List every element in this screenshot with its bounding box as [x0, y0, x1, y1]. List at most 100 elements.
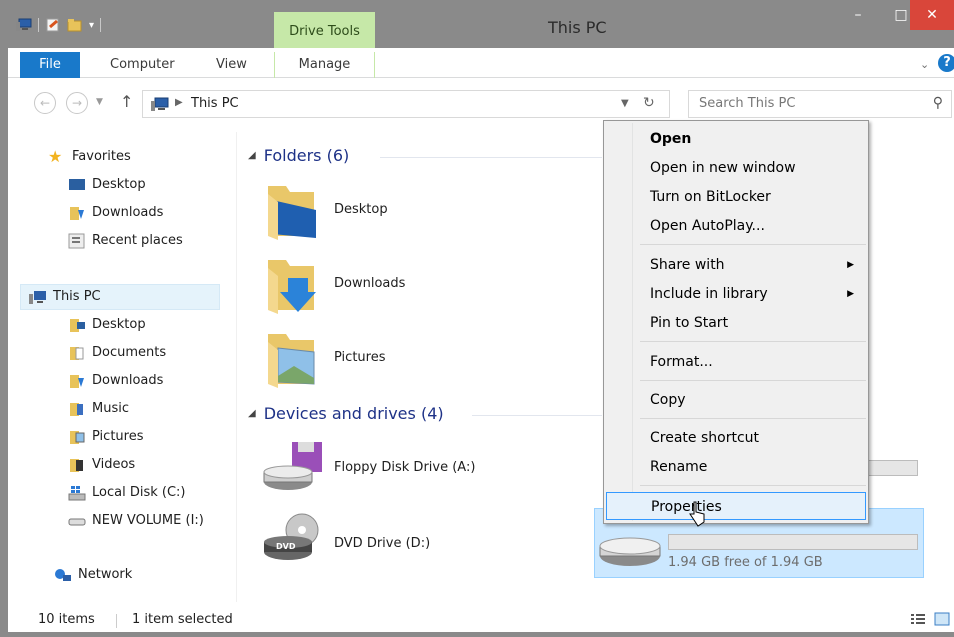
- menu-item-bitlocker[interactable]: Turn on BitLocker: [606, 183, 866, 211]
- this-pc-icon[interactable]: [16, 18, 32, 32]
- sidebar-item-recent-places[interactable]: Recent places: [68, 228, 183, 254]
- menu-item-open[interactable]: Open: [606, 125, 866, 153]
- sidebar-item-downloads[interactable]: Downloads: [68, 200, 163, 226]
- drive-tools-context-tab: Drive Tools: [274, 12, 375, 48]
- tab-computer[interactable]: Computer: [110, 52, 175, 78]
- tab-file[interactable]: File: [20, 52, 80, 78]
- sidebar-item-new-volume[interactable]: NEW VOLUME (I:): [68, 508, 204, 534]
- context-menu: Open Open in new window Turn on BitLocke…: [603, 120, 869, 524]
- new-folder-icon[interactable]: [67, 18, 83, 32]
- pictures-folder-icon[interactable]: [264, 328, 318, 388]
- sidebar-item-local-disk-c[interactable]: Local Disk (C:): [68, 480, 185, 506]
- star-icon: ★: [48, 147, 63, 166]
- devices-group-header[interactable]: ◢ Devices and drives (4): [248, 404, 444, 423]
- drive-label[interactable]: Floppy Disk Drive (A:): [334, 460, 475, 475]
- tab-view[interactable]: View: [216, 52, 247, 78]
- folder-label[interactable]: Downloads: [334, 276, 405, 291]
- refresh-icon[interactable]: ↻: [643, 95, 655, 111]
- properties-icon[interactable]: [45, 18, 61, 32]
- menu-item-autoplay[interactable]: Open AutoPlay...: [606, 212, 866, 240]
- breadcrumb[interactable]: This PC: [191, 96, 239, 111]
- menu-item-pin-to-start[interactable]: Pin to Start: [606, 309, 866, 337]
- collapse-triangle-icon[interactable]: ◢: [248, 408, 256, 419]
- sidebar-item-videos[interactable]: Videos: [68, 452, 135, 478]
- breadcrumb-arrow-icon[interactable]: ▶: [175, 97, 183, 108]
- status-item-count: 10 items: [38, 612, 95, 627]
- desktop-folder-icon[interactable]: [264, 180, 318, 240]
- menu-item-create-shortcut[interactable]: Create shortcut: [606, 424, 866, 452]
- sidebar-item-desktop[interactable]: Desktop: [68, 172, 146, 198]
- folders-group-header[interactable]: ◢ Folders (6): [248, 146, 349, 165]
- desktop-icon: [69, 179, 85, 190]
- address-dropdown-icon[interactable]: ▼: [621, 98, 629, 109]
- forward-button[interactable]: →: [66, 92, 88, 114]
- sidebar-item-music[interactable]: Music: [68, 396, 129, 422]
- back-button[interactable]: ←: [34, 92, 56, 114]
- minimize-button[interactable]: –: [835, 0, 881, 30]
- folder-label[interactable]: Desktop: [334, 202, 388, 217]
- sidebar-item-documents[interactable]: Documents: [68, 340, 166, 366]
- menu-separator: [640, 244, 866, 245]
- window-title: This PC: [548, 18, 607, 37]
- sidebar-item-desktop[interactable]: Desktop: [68, 312, 146, 338]
- submenu-arrow-icon: ▶: [847, 260, 854, 270]
- drive-label[interactable]: DVD Drive (D:): [334, 536, 430, 551]
- menu-item-properties[interactable]: Properties: [606, 492, 866, 520]
- address-bar[interactable]: ▶ This PC ▼ ↻: [142, 90, 670, 118]
- menu-item-include-in-library[interactable]: Include in library ▶: [606, 280, 866, 308]
- this-pc-icon: [29, 291, 46, 304]
- sidebar-item-pictures[interactable]: Pictures: [68, 424, 143, 450]
- help-icon[interactable]: ?: [938, 54, 954, 72]
- mouse-cursor-icon: [689, 501, 705, 527]
- menu-item-rename[interactable]: Rename: [606, 453, 866, 481]
- close-button[interactable]: ✕: [910, 0, 954, 30]
- group-divider: [472, 415, 602, 416]
- menu-item-share-with[interactable]: Share with ▶: [606, 251, 866, 279]
- menu-item-format[interactable]: Format...: [606, 348, 866, 376]
- windows-drive-icon: [68, 486, 86, 501]
- group-divider: [380, 157, 602, 158]
- pane-divider[interactable]: [236, 132, 237, 602]
- recent-places-icon: [68, 233, 85, 249]
- menu-separator: [640, 418, 866, 419]
- documents-folder-icon: [70, 347, 84, 360]
- tab-manage[interactable]: Manage: [274, 52, 375, 78]
- navigation-pane: ★ Favorites Desktop Downloads Recent pla…: [8, 132, 236, 602]
- drive-usage-bar: [668, 534, 918, 550]
- downloads-folder-icon: [70, 207, 84, 220]
- folder-label[interactable]: Pictures: [334, 350, 385, 365]
- expand-ribbon-icon[interactable]: ⌄: [920, 58, 929, 71]
- recent-locations-chevron-icon[interactable]: ▼: [96, 97, 103, 107]
- music-folder-icon: [70, 403, 83, 416]
- sidebar-item-favorites[interactable]: ★ Favorites: [48, 144, 131, 170]
- sidebar-item-this-pc[interactable]: This PC: [20, 284, 220, 310]
- status-selection: 1 item selected: [132, 612, 233, 627]
- ribbon-tabs: File Computer View Manage ⌄ ?: [8, 48, 954, 78]
- search-icon[interactable]: ⚲: [933, 95, 943, 111]
- up-button[interactable]: ↑: [120, 92, 133, 111]
- floppy-drive-icon[interactable]: [262, 442, 326, 494]
- sidebar-item-network[interactable]: Network: [54, 562, 132, 588]
- drive-icon: [68, 518, 86, 526]
- search-placeholder: Search This PC: [699, 96, 796, 111]
- collapse-triangle-icon[interactable]: ◢: [248, 150, 256, 161]
- dvd-drive-icon[interactable]: DVD: [262, 512, 326, 564]
- menu-item-copy[interactable]: Copy: [606, 386, 866, 414]
- drive-free-space: 1.94 GB free of 1.94 GB: [668, 555, 823, 570]
- details-view-icon[interactable]: [910, 612, 926, 626]
- qat-separator: [100, 18, 102, 32]
- drive-icon: [599, 537, 661, 566]
- search-input[interactable]: Search This PC ⚲: [688, 90, 952, 118]
- videos-folder-icon: [70, 459, 83, 472]
- menu-item-open-new-window[interactable]: Open in new window: [606, 154, 866, 182]
- this-pc-icon: [151, 97, 169, 111]
- status-bar: 10 items 1 item selected: [8, 604, 954, 632]
- explorer-window: ▾ Drive Tools This PC – □ ✕ File Compute…: [0, 0, 954, 637]
- large-icons-view-icon[interactable]: [934, 612, 950, 626]
- customize-qat-icon[interactable]: ▾: [89, 20, 94, 31]
- desktop-folder-icon: [70, 319, 85, 332]
- sidebar-item-downloads[interactable]: Downloads: [68, 368, 163, 394]
- downloads-folder-icon[interactable]: [264, 254, 318, 314]
- submenu-arrow-icon: ▶: [847, 289, 854, 299]
- menu-separator: [640, 341, 866, 342]
